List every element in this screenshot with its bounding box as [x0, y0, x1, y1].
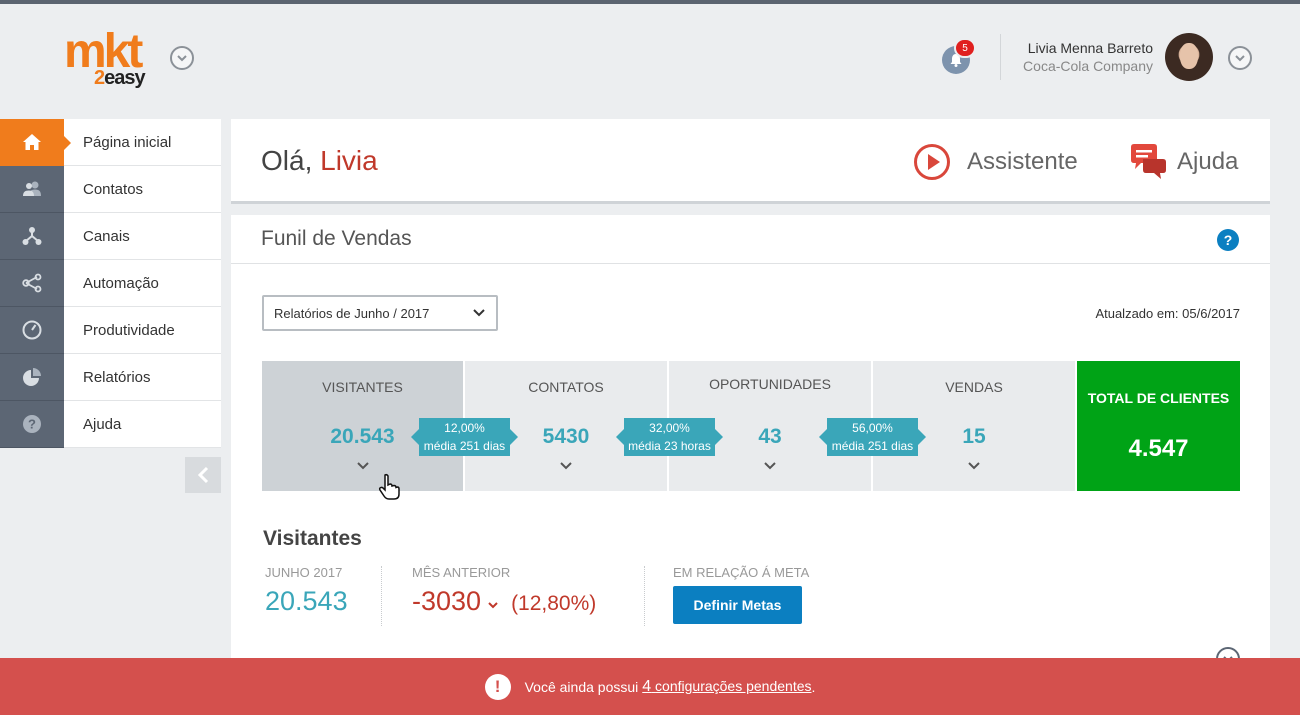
pie-chart-icon: [0, 354, 64, 401]
sales-funnel-card: Funil de Vendas ? Relatórios de Junho / …: [231, 215, 1270, 658]
conversion-badge: 32,00% média 23 horas: [616, 418, 723, 456]
mkt2easy-logo[interactable]: mkt 2easy: [64, 28, 164, 92]
define-goals-button[interactable]: Definir Metas: [673, 586, 802, 624]
chevron-down-icon: [488, 602, 498, 609]
sidebar-item-contacts[interactable]: Contatos: [0, 166, 221, 213]
help-button[interactable]: Ajuda: [1129, 143, 1238, 181]
sidebar-item-automation[interactable]: Automação: [0, 260, 221, 307]
section-title: Funil de Vendas: [261, 227, 412, 250]
hand-cursor-icon: [378, 473, 400, 500]
chevron-left-icon: [197, 466, 209, 484]
sidebar-item-label: Relatórios: [83, 368, 151, 386]
sidebar-item-productivity[interactable]: Produtividade: [0, 307, 221, 354]
user-name: Livia Menna Barreto: [1027, 40, 1153, 56]
user-company: Coca-Cola Company: [1023, 58, 1153, 74]
metric-goal: EM RELAÇÃO Á META Definir Metas: [673, 565, 809, 624]
total-clients-value: 4.547: [1128, 435, 1189, 462]
home-icon: [0, 119, 64, 166]
conversion-badge: 56,00% média 251 dias: [819, 418, 926, 456]
sidebar-item-help[interactable]: ? Ajuda: [0, 401, 221, 448]
chevron-down-icon: [560, 462, 572, 470]
assistant-button[interactable]: Assistente: [913, 143, 1078, 181]
sidebar-item-label: Canais: [83, 227, 130, 245]
play-circle-icon: [914, 144, 950, 180]
collapse-sidebar-button[interactable]: [185, 457, 221, 493]
automation-icon: [0, 260, 64, 307]
notification-badge: 5: [954, 38, 976, 58]
total-clients-panel: TOTAL DE CLIENTES 4.547: [1077, 361, 1240, 491]
chevron-down-icon: [1235, 55, 1245, 62]
question-icon: ?: [0, 401, 64, 448]
gauge-icon: [0, 307, 64, 354]
sidebar: Página inicial Contatos Canais Automação…: [0, 119, 221, 448]
visitors-title: Visitantes: [263, 527, 362, 550]
users-icon: [0, 166, 64, 213]
report-period-select[interactable]: Relatórios de Junho / 2017: [262, 295, 498, 331]
chevron-down-icon: [177, 55, 187, 62]
sidebar-item-channels[interactable]: Canais: [0, 213, 221, 260]
channels-icon: [0, 213, 64, 260]
pending-config-alert: ! Você ainda possui 4 configurações pend…: [0, 658, 1300, 715]
chevron-down-icon: [764, 462, 776, 470]
logo-sub-num: 2: [94, 67, 105, 89]
sidebar-item-reports[interactable]: Relatórios: [0, 354, 221, 401]
conversion-badge: 12,00% média 251 dias: [411, 418, 518, 456]
greeting-title: Olá, Livia: [261, 145, 378, 176]
chevron-down-icon: [356, 462, 369, 470]
sidebar-item-label: Produtividade: [83, 321, 175, 339]
notifications-button[interactable]: 5: [942, 38, 976, 76]
avatar[interactable]: [1165, 33, 1213, 81]
logo-sub-word: easy: [104, 67, 145, 89]
sidebar-item-label: Página inicial: [83, 133, 172, 151]
logo-menu-toggle[interactable]: [170, 46, 194, 70]
user-menu-toggle[interactable]: [1228, 46, 1252, 70]
sidebar-item-label: Ajuda: [83, 415, 122, 433]
sidebar-item-label: Contatos: [83, 180, 144, 198]
metric-current-month: JUNHO 2017 20.543: [265, 565, 348, 616]
greeting-user-name: Livia: [320, 145, 378, 176]
metric-previous-month: MÊS ANTERIOR -3030 (12,80%): [412, 565, 597, 616]
top-border: [0, 0, 1300, 4]
updated-date: Atualzado em: 05/6/2017: [1095, 306, 1240, 321]
chat-bubbles-icon: [1131, 144, 1166, 179]
chevron-down-icon: [473, 309, 485, 317]
question-icon[interactable]: ?: [1217, 229, 1239, 251]
pending-config-link[interactable]: 4 configurações pendentes: [642, 678, 811, 696]
greeting-card: Olá, Livia Assistente Ajuda: [231, 119, 1270, 204]
sidebar-item-home[interactable]: Página inicial: [0, 119, 221, 166]
alert-icon: !: [484, 673, 511, 700]
funnel-stages: VISITANTES 20.543 CONTATOS 5430 OPORTUNI…: [262, 361, 1240, 500]
svg-text:?: ?: [28, 417, 36, 432]
sidebar-item-label: Automação: [83, 274, 159, 292]
chevron-down-icon: [968, 462, 980, 470]
